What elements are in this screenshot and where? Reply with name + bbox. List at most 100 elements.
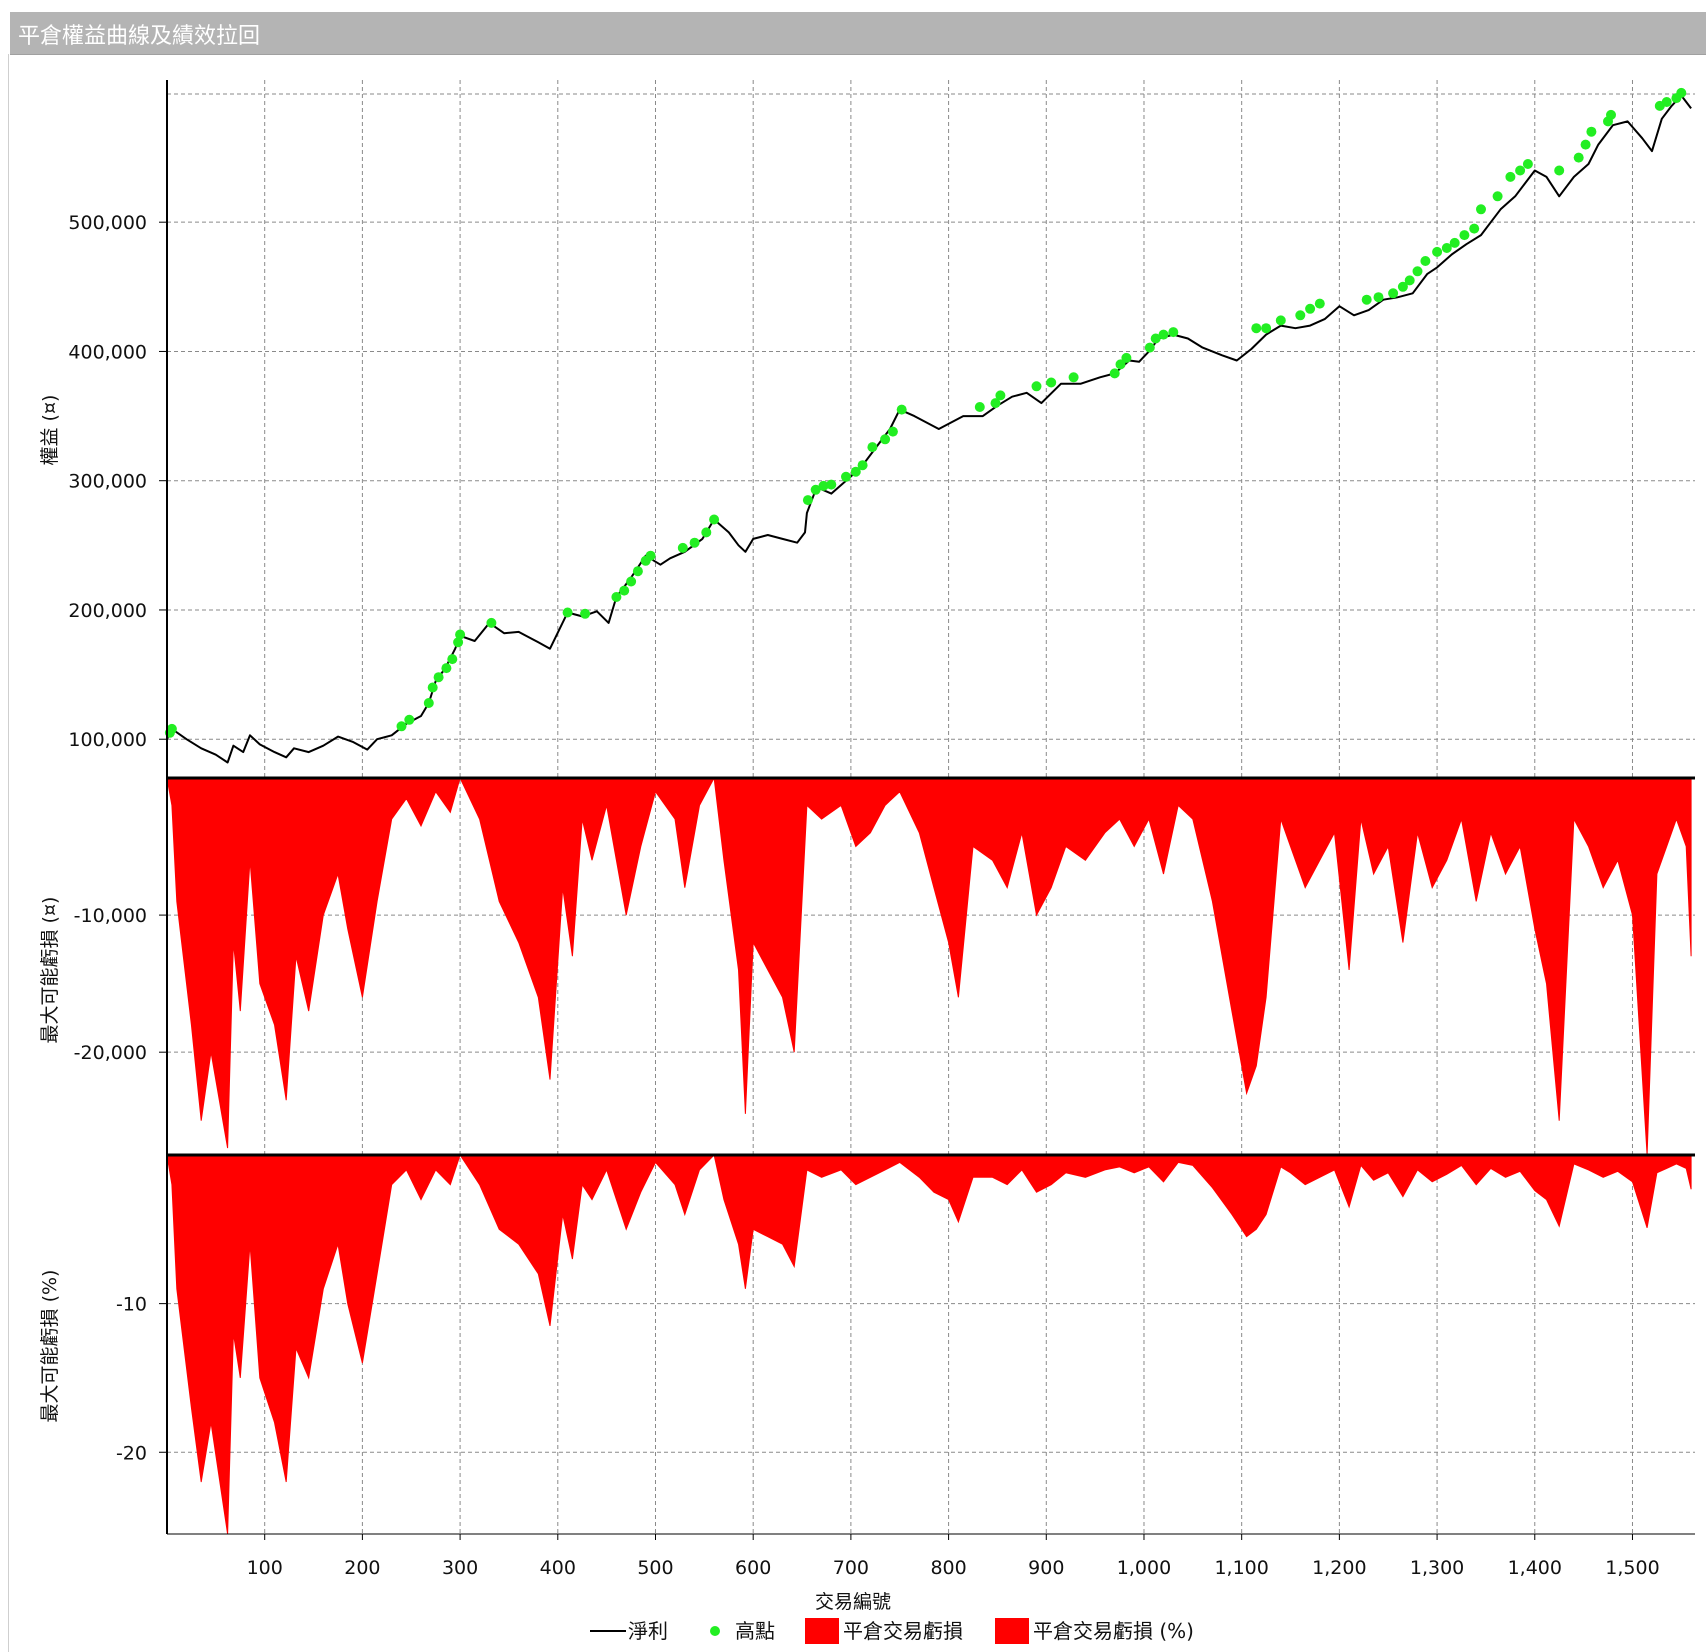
y-tick-label: 500,000 — [68, 212, 147, 234]
legend: 淨利 高點 平倉交易虧損 平倉交易虧損 (%) — [590, 1618, 1194, 1644]
y-axis-label-drawdown-percent: 最大可能虧損 (%) — [39, 1270, 61, 1423]
high-marker — [1515, 165, 1526, 176]
equity-drawdown-chart: 100 200 300 400 500 600 700 800 900 1,000 1,100 1,2… — [39, 80, 1695, 1644]
y-tick-label: 400,000 — [68, 341, 147, 363]
legend-item-highs: 高點 — [735, 1619, 775, 1643]
high-marker — [1459, 230, 1470, 241]
high-marker — [1661, 97, 1672, 107]
high-marker — [1261, 323, 1272, 334]
x-tick-label: 1,300 — [1410, 1557, 1464, 1579]
high-marker — [867, 442, 878, 453]
x-tick-label: 700 — [833, 1557, 869, 1579]
high-marker — [580, 608, 591, 619]
high-marker — [896, 404, 907, 415]
high-marker — [645, 550, 656, 561]
high-marker — [1046, 377, 1057, 388]
high-marker — [1295, 310, 1306, 321]
high-marker — [709, 514, 720, 525]
high-marker — [632, 566, 643, 577]
high-marker — [1554, 165, 1565, 176]
x-tick-label: 400 — [540, 1557, 576, 1579]
high-marker — [1031, 381, 1042, 392]
high-marker — [1121, 352, 1132, 363]
high-marker — [1388, 288, 1399, 299]
y-tick-label: -20 — [116, 1442, 147, 1464]
high-marker — [1522, 159, 1533, 169]
high-marker — [1492, 191, 1503, 202]
high-marker — [1449, 237, 1460, 248]
equity-line — [166, 94, 1692, 764]
high-marker — [1275, 315, 1286, 326]
high-marker — [701, 527, 712, 538]
high-marker — [1168, 327, 1179, 338]
high-marker — [427, 682, 438, 693]
high-marker — [1606, 109, 1616, 120]
high-marker — [677, 542, 688, 553]
high-marker — [1420, 256, 1431, 266]
high-marker — [1314, 298, 1325, 309]
x-axis-label: 交易編號 — [815, 1591, 891, 1613]
high-marker — [423, 698, 434, 708]
new-high-markers — [164, 87, 1687, 738]
high-marker — [1251, 323, 1262, 334]
legend-dot-swatch — [710, 1626, 720, 1636]
high-marker — [404, 714, 415, 725]
legend-item-drawdown-percent: 平倉交易虧損 (%) — [1033, 1619, 1194, 1643]
y-tick-label: -20,000 — [74, 1042, 147, 1064]
high-marker — [562, 607, 573, 618]
high-marker — [887, 426, 898, 437]
x-tick-label: 300 — [442, 1557, 478, 1579]
high-marker — [1109, 368, 1120, 379]
high-marker — [880, 434, 891, 445]
high-marker — [1412, 266, 1423, 277]
high-marker — [396, 721, 407, 732]
high-marker — [1158, 329, 1169, 340]
high-marker — [1361, 294, 1372, 305]
high-marker — [1373, 292, 1384, 303]
y-axis-label-equity: 權益 (¤) — [39, 395, 61, 466]
high-marker — [1469, 223, 1480, 234]
high-marker — [1404, 275, 1415, 286]
high-marker — [1505, 171, 1516, 182]
high-marker — [611, 592, 622, 602]
y-tick-label: -10,000 — [74, 905, 147, 927]
high-marker — [995, 390, 1006, 401]
high-marker — [689, 537, 700, 548]
x-tick-label: 1,200 — [1312, 1557, 1366, 1579]
high-marker — [1580, 139, 1591, 150]
x-tick-label: 600 — [735, 1557, 771, 1579]
high-marker — [166, 723, 177, 734]
high-marker — [1144, 342, 1155, 353]
high-marker — [433, 672, 444, 683]
y-tick-label: 200,000 — [68, 600, 147, 622]
drawdown-percent-area — [166, 1153, 1692, 1535]
legend-fill-swatch-value — [805, 1618, 839, 1644]
high-marker — [447, 654, 458, 665]
high-marker — [1305, 303, 1316, 314]
equity-line-group — [166, 94, 1692, 764]
y-axis-label-drawdown-value: 最大可能虧損 (¤) — [39, 897, 61, 1044]
y-tick-label: 100,000 — [68, 729, 147, 751]
legend-item-drawdown-value: 平倉交易虧損 — [843, 1619, 963, 1643]
high-marker — [1676, 87, 1687, 98]
high-marker — [1573, 152, 1584, 163]
legend-item-net-profit: 淨利 — [628, 1619, 668, 1643]
high-marker — [486, 617, 497, 628]
high-marker — [857, 460, 868, 471]
high-marker — [626, 576, 637, 587]
x-tick-label: 1,000 — [1117, 1557, 1171, 1579]
x-tick-label: 100 — [247, 1557, 283, 1579]
x-tick-label: 800 — [930, 1557, 966, 1579]
x-tick-label: 1,100 — [1214, 1557, 1268, 1579]
x-tick-label: 500 — [637, 1557, 673, 1579]
drawdown-value-area — [166, 776, 1692, 1156]
x-tick-label: 200 — [344, 1557, 380, 1579]
high-marker — [974, 402, 985, 412]
high-marker — [1586, 126, 1597, 137]
x-tick-label: 1,500 — [1605, 1557, 1659, 1579]
high-marker — [841, 471, 851, 482]
y-tick-label: -10 — [116, 1294, 147, 1316]
x-tick-label: 1,400 — [1508, 1557, 1562, 1579]
high-marker — [455, 629, 466, 640]
high-marker — [1432, 246, 1443, 257]
